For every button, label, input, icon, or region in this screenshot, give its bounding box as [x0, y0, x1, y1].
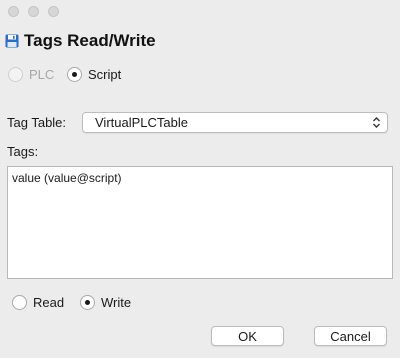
minimize-window-button[interactable]: [28, 6, 39, 17]
radio-script[interactable]: Script: [67, 67, 121, 82]
close-window-button[interactable]: [8, 6, 19, 17]
radio-script-circle[interactable]: [67, 67, 82, 82]
radio-read-circle[interactable]: [12, 295, 27, 310]
radio-selected-dot: [72, 72, 77, 77]
radio-plc-label: PLC: [29, 67, 55, 82]
radio-selected-dot: [85, 300, 90, 305]
tag-table-value: VirtualPLCTable: [95, 115, 188, 130]
cancel-button[interactable]: Cancel: [314, 326, 387, 346]
dialog-heading: Tags Read/Write: [5, 30, 156, 52]
tags-label: Tags:: [7, 144, 39, 159]
chevron-up-down-icon: [372, 116, 381, 132]
dialog-title: Tags Read/Write: [24, 31, 156, 50]
zoom-window-button[interactable]: [48, 6, 59, 17]
radio-script-label: Script: [88, 67, 122, 82]
title-bar: [0, 0, 400, 22]
tags-textarea[interactable]: value (value@script): [7, 166, 393, 279]
radio-write[interactable]: Write: [80, 295, 131, 310]
radio-read[interactable]: Read: [12, 295, 64, 310]
floppy-disk-icon: [5, 34, 19, 48]
radio-plc[interactable]: PLC: [8, 67, 54, 82]
radio-plc-circle[interactable]: [8, 67, 23, 82]
ok-button[interactable]: OK: [211, 326, 284, 346]
tag-table-select[interactable]: VirtualPLCTable: [82, 112, 388, 133]
tags-text: value (value@script): [12, 171, 122, 185]
tag-table-label: Tag Table:: [7, 115, 67, 130]
radio-read-label: Read: [33, 295, 65, 310]
radio-write-circle[interactable]: [80, 295, 95, 310]
radio-write-label: Write: [101, 295, 132, 310]
